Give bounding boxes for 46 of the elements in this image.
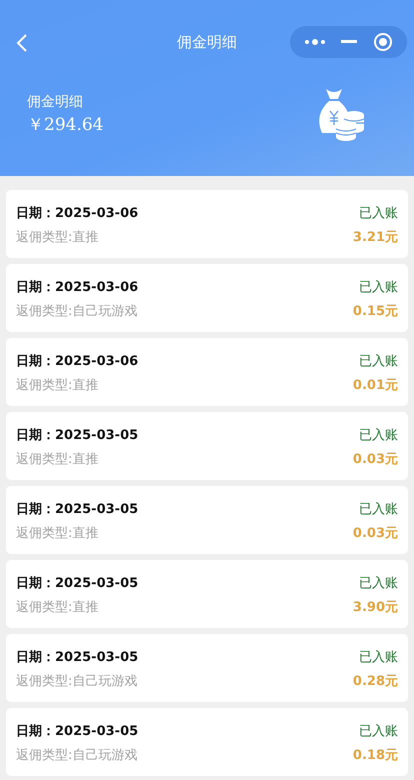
- commission-amount: 0.03元: [352, 451, 398, 468]
- record-status: 已入账: [359, 427, 398, 444]
- summary-label: 佣金明细: [27, 92, 84, 110]
- commission-type: 返佣类型:自己玩游戏: [16, 747, 138, 764]
- record-card[interactable]: 日期：2025-03-05 已入账 返佣类型:直推 0.03元: [6, 412, 408, 480]
- commission-amount: 0.28元: [352, 673, 398, 690]
- page-title: 佣金明细: [177, 33, 237, 52]
- record-status: 已入账: [359, 353, 398, 370]
- commission-amount: 0.18元: [352, 747, 398, 764]
- more-icon[interactable]: [304, 38, 326, 46]
- record-date: 日期：2025-03-05: [16, 723, 138, 740]
- commission-type: 返佣类型:直推: [16, 229, 98, 246]
- commission-amount: 0.15元: [352, 303, 398, 320]
- commission-amount: 3.21元: [352, 229, 398, 246]
- record-card[interactable]: 日期：2025-03-06 已入账 返佣类型:直推 3.21元: [6, 190, 408, 258]
- commission-type: 返佣类型:自己玩游戏: [16, 673, 138, 690]
- record-status: 已入账: [359, 279, 398, 296]
- close-icon[interactable]: [373, 32, 394, 52]
- commission-type: 返佣类型:直推: [16, 377, 98, 394]
- record-card[interactable]: 日期：2025-03-05 已入账 返佣类型:直推 0.03元: [6, 486, 408, 554]
- record-card[interactable]: 日期：2025-03-06 已入账 返佣类型:直推 0.01元: [6, 338, 408, 406]
- record-status: 已入账: [359, 205, 398, 222]
- commission-amount: 0.01元: [352, 377, 398, 394]
- record-status: 已入账: [359, 575, 398, 592]
- record-date: 日期：2025-03-05: [16, 649, 138, 666]
- commission-type: 返佣类型:直推: [16, 599, 98, 616]
- record-card[interactable]: 日期：2025-03-06 已入账 返佣类型:自己玩游戏 0.15元: [6, 264, 408, 332]
- record-status: 已入账: [359, 501, 398, 518]
- total-amount: ￥294.64: [27, 114, 104, 136]
- record-card[interactable]: 日期：2025-03-05 已入账 返佣类型:自己玩游戏 0.28元: [6, 634, 408, 702]
- commission-amount: 3.90元: [352, 599, 398, 616]
- record-date: 日期：2025-03-05: [16, 501, 138, 518]
- record-date: 日期：2025-03-06: [16, 279, 138, 296]
- record-card[interactable]: 日期：2025-03-05 已入账 返佣类型:直推 3.90元: [6, 560, 408, 628]
- commission-type: 返佣类型:自己玩游戏: [16, 303, 138, 320]
- record-card[interactable]: 日期：2025-03-05 已入账 返佣类型:自己玩游戏 0.18元: [6, 708, 408, 776]
- record-date: 日期：2025-03-06: [16, 205, 138, 222]
- record-date: 日期：2025-03-05: [16, 575, 138, 592]
- commission-type: 返佣类型:直推: [16, 525, 98, 542]
- commission-amount: 0.03元: [352, 525, 398, 542]
- record-status: 已入账: [359, 723, 398, 740]
- commission-type: 返佣类型:直推: [16, 451, 98, 468]
- minimize-icon[interactable]: [341, 40, 358, 44]
- record-date: 日期：2025-03-06: [16, 353, 138, 370]
- record-date: 日期：2025-03-05: [16, 427, 138, 444]
- record-status: 已入账: [359, 649, 398, 666]
